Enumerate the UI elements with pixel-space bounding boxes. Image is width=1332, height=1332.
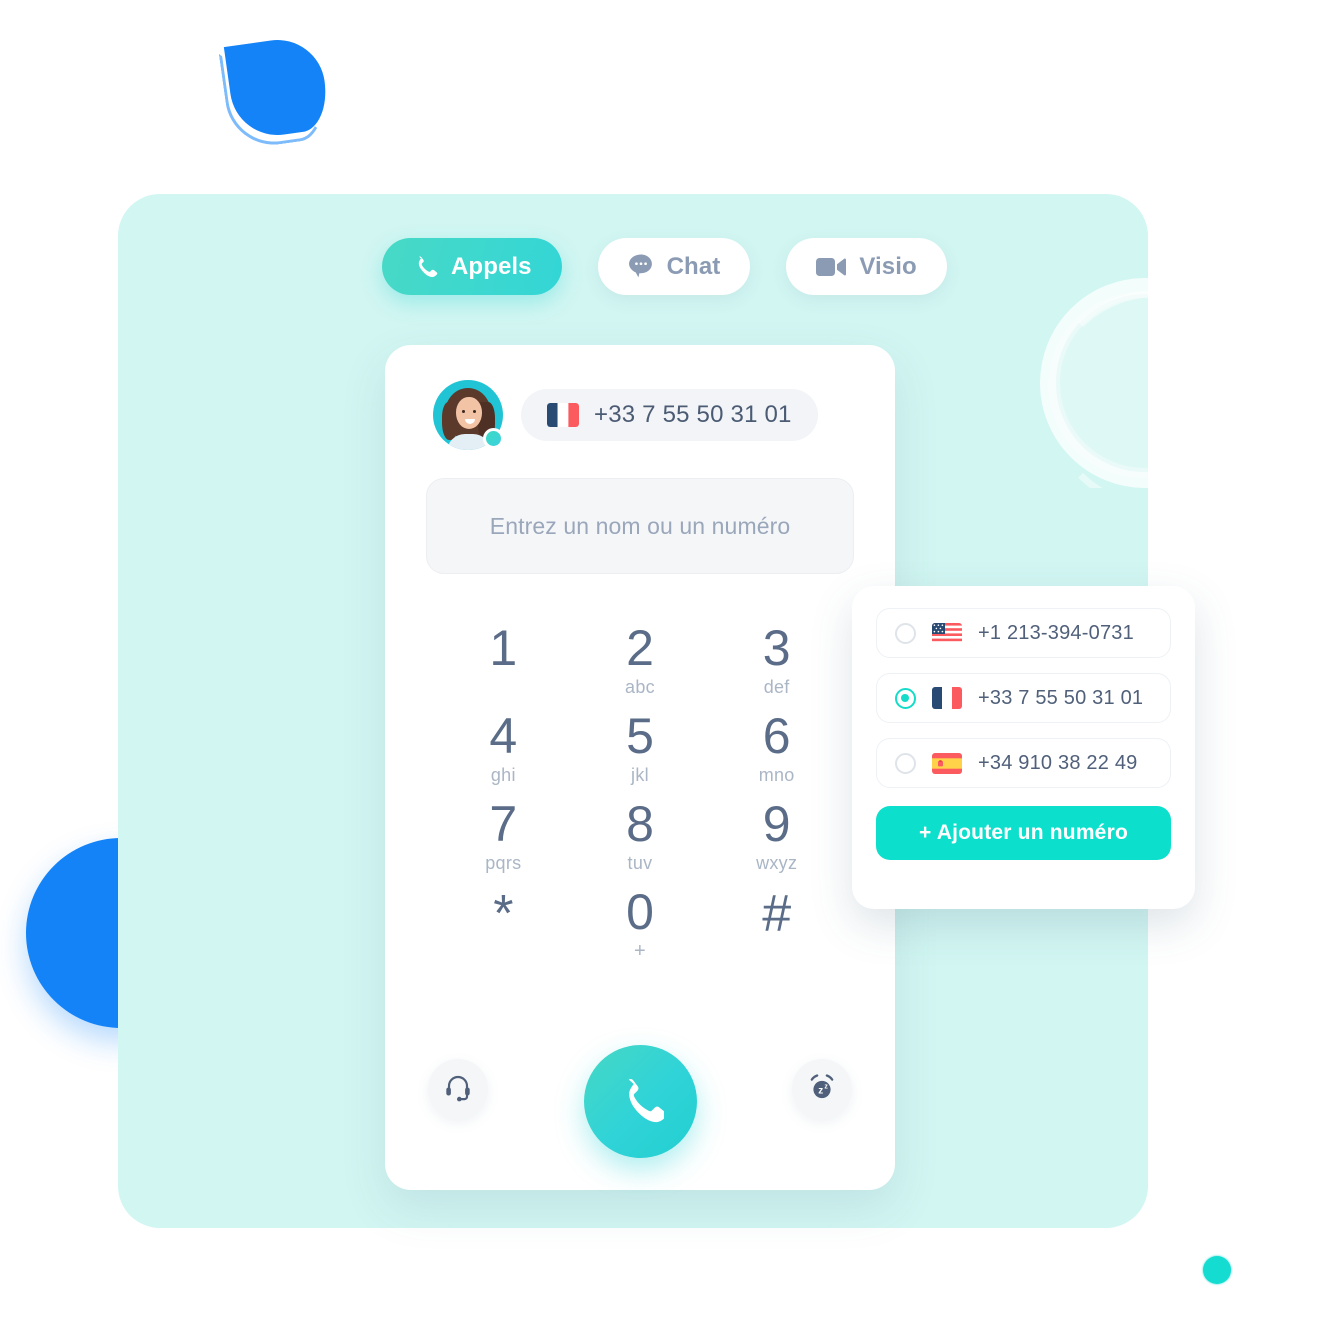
call-button[interactable] — [583, 1045, 697, 1158]
keypad-key-star[interactable]: * — [435, 884, 572, 972]
alarm-snooze-icon: z z — [806, 1071, 838, 1108]
keypad-digit: 3 — [762, 620, 791, 676]
add-number-button[interactable]: + Ajouter un numéro — [876, 806, 1171, 860]
tab-appels[interactable]: Appels — [382, 238, 562, 295]
dialer-card: +33 7 55 50 31 01 Entrez un nom ou un nu… — [385, 345, 895, 1190]
tab-chat-label: Chat — [666, 252, 721, 280]
tab-appels-label: Appels — [451, 252, 532, 280]
radio-button[interactable] — [895, 752, 916, 774]
chat-bubble-icon — [628, 253, 654, 280]
search-placeholder: Entrez un nom ou un numéro — [489, 512, 791, 539]
keypad-digit: 8 — [626, 796, 654, 852]
search-input[interactable]: Entrez un nom ou un numéro — [426, 478, 854, 574]
mode-tabs: Appels Chat Visio — [382, 238, 947, 295]
numbers-dropdown: +1 213-394-0731 +33 7 55 50 31 01 +34 91… — [852, 586, 1195, 909]
presence-status-badge — [483, 428, 504, 449]
keypad-sublabel: abc — [625, 677, 655, 697]
keypad-digit: * — [493, 885, 514, 943]
number-option-label: +1 213-394-0731 — [978, 621, 1134, 644]
dialer-actions: z z — [385, 1045, 895, 1158]
flag-france-icon — [932, 687, 962, 709]
avatar[interactable] — [433, 380, 504, 450]
keypad-sublabel: ghi — [490, 765, 516, 785]
svg-text:z: z — [824, 1083, 828, 1090]
keypad-sublabel: + — [634, 940, 646, 962]
keypad-sublabel: def — [763, 677, 790, 697]
keypad-sublabel: tuv — [627, 853, 653, 873]
keypad-key-6[interactable]: 6 mno — [708, 708, 845, 796]
radio-button[interactable] — [895, 622, 916, 644]
keypad-digit: 6 — [762, 708, 791, 764]
keypad-sublabel: mno — [758, 765, 795, 785]
keypad: 1 2 abc 3 def 4 ghi 5 jkl 6 mno 7 pqrs 8… — [435, 620, 845, 972]
decorative-teal-dot — [1203, 1256, 1231, 1284]
headset-button[interactable] — [428, 1059, 488, 1119]
number-option-spain[interactable]: +34 910 38 22 49 — [876, 738, 1171, 788]
keypad-key-8[interactable]: 8 tuv — [572, 796, 709, 884]
tab-visio-label: Visio — [859, 252, 917, 280]
canvas: Appels Chat Visio +33 7 55 50 31 01 Entr… — [0, 0, 1332, 1332]
keypad-digit: 2 — [626, 620, 654, 676]
keypad-sublabel: jkl — [631, 765, 649, 785]
keypad-key-hash[interactable]: # — [708, 884, 845, 972]
number-option-france[interactable]: +33 7 55 50 31 01 — [876, 673, 1171, 723]
keypad-key-3[interactable]: 3 def — [708, 620, 845, 708]
keypad-key-2[interactable]: 2 abc — [572, 620, 709, 708]
keypad-digit: 4 — [489, 708, 518, 764]
keypad-key-1[interactable]: 1 — [435, 620, 572, 708]
keypad-key-5[interactable]: 5 jkl — [572, 708, 709, 796]
phone-icon — [412, 254, 438, 280]
keypad-key-7[interactable]: 7 pqrs — [435, 796, 572, 884]
keypad-digit: 5 — [626, 708, 654, 764]
video-camera-icon — [816, 256, 847, 278]
snooze-button[interactable]: z z — [792, 1059, 852, 1119]
keypad-digit: 9 — [762, 796, 791, 852]
number-option-usa[interactable]: +1 213-394-0731 — [876, 608, 1171, 658]
number-option-label: +34 910 38 22 49 — [978, 751, 1138, 774]
phone-call-icon — [616, 1075, 667, 1128]
keypad-key-0[interactable]: 0 + — [572, 884, 709, 972]
keypad-digit: 0 — [626, 884, 654, 940]
keypad-digit: # — [762, 885, 792, 943]
keypad-key-4[interactable]: 4 ghi — [435, 708, 572, 796]
flag-usa-icon — [932, 622, 962, 644]
radio-button-selected[interactable] — [895, 687, 916, 709]
keypad-sublabel: pqrs — [485, 853, 522, 873]
keypad-digit: 7 — [489, 796, 518, 852]
decorative-brush-ring — [1040, 278, 1250, 488]
keypad-key-9[interactable]: 9 wxyz — [708, 796, 845, 884]
active-number-row: +33 7 55 50 31 01 — [433, 380, 818, 450]
headset-icon — [443, 1072, 473, 1107]
active-number-text: +33 7 55 50 31 01 — [594, 401, 792, 428]
active-number-pill[interactable]: +33 7 55 50 31 01 — [521, 389, 818, 441]
flag-spain-icon — [932, 752, 962, 774]
decorative-blue-brush-shape — [223, 33, 332, 142]
tab-chat[interactable]: Chat — [597, 238, 751, 295]
tab-visio[interactable]: Visio — [786, 238, 947, 295]
keypad-sublabel: wxyz — [756, 853, 798, 873]
flag-france-icon — [547, 403, 579, 427]
number-option-label: +33 7 55 50 31 01 — [978, 686, 1144, 709]
keypad-digit: 1 — [489, 620, 518, 676]
svg-text:z: z — [818, 1085, 823, 1096]
